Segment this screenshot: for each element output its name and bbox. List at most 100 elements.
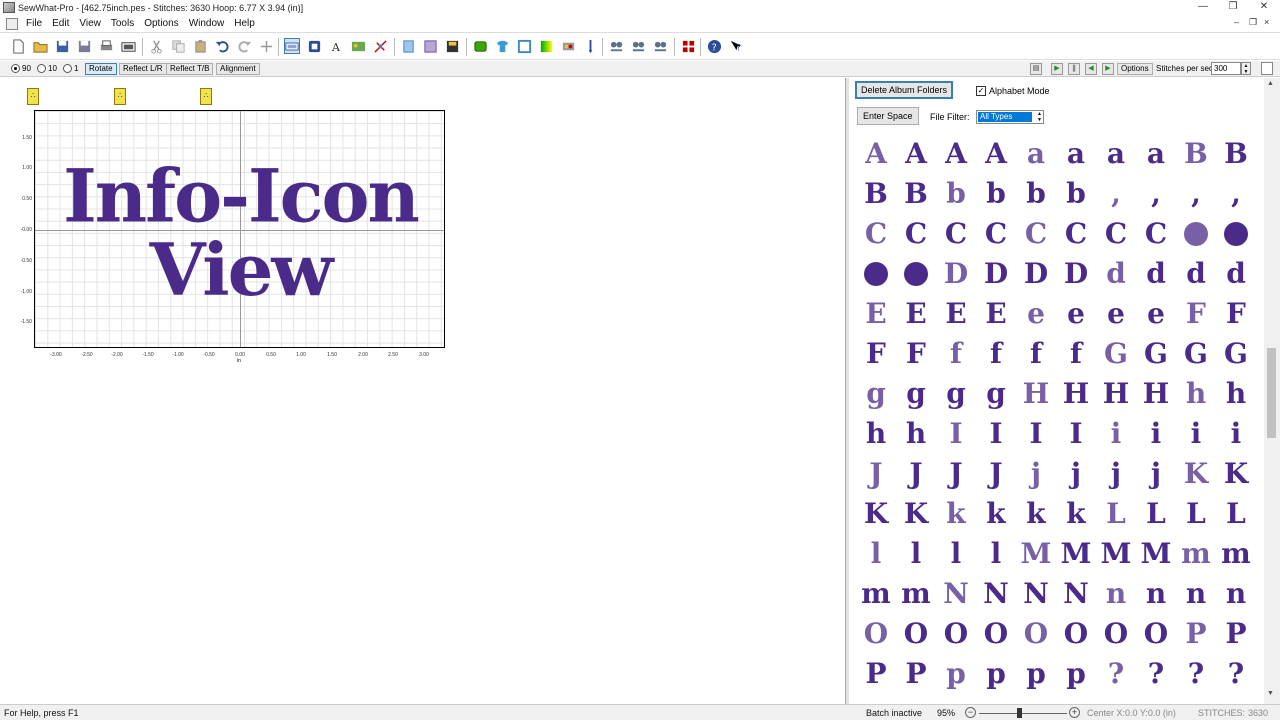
glyph-item[interactable]: b bbox=[936, 174, 976, 214]
close-button[interactable]: ✕ bbox=[1249, 0, 1279, 15]
image-tool-icon[interactable] bbox=[350, 38, 366, 54]
glyph-item[interactable]: m bbox=[856, 574, 896, 614]
pause-icon[interactable]: ❚ bbox=[1068, 63, 1080, 75]
glyph-item[interactable]: M bbox=[1136, 534, 1176, 574]
glyph-item[interactable] bbox=[1176, 214, 1216, 254]
glyph-item[interactable]: i bbox=[1136, 414, 1176, 454]
delete-album-folders-button[interactable]: Delete Album Folders bbox=[855, 81, 954, 99]
color-tool-icon[interactable] bbox=[372, 38, 388, 54]
reflect-tb-button[interactable]: Reflect T/B bbox=[166, 63, 214, 75]
glyph-item[interactable]: O bbox=[1136, 614, 1176, 654]
glyph-item[interactable]: J bbox=[896, 454, 936, 494]
stitches-per-sec-input[interactable]: 300 bbox=[1211, 62, 1241, 75]
glyph-item[interactable]: N bbox=[936, 574, 976, 614]
document-icon[interactable] bbox=[6, 17, 18, 30]
glyph-item[interactable]: E bbox=[856, 294, 896, 334]
glyph-item[interactable]: , bbox=[1176, 174, 1216, 214]
resize-icon[interactable] bbox=[258, 38, 274, 54]
menu-edit[interactable]: Edit bbox=[48, 18, 75, 29]
menu-file[interactable]: File bbox=[22, 18, 48, 29]
glyph-item[interactable]: ? bbox=[1096, 654, 1136, 694]
glyph-item[interactable]: f bbox=[1056, 334, 1096, 374]
glyph-item[interactable]: L bbox=[1216, 494, 1256, 534]
print-icon[interactable] bbox=[98, 38, 114, 54]
stitches-per-sec-spinner[interactable]: ▲ ▼ bbox=[1241, 62, 1251, 75]
alignment-button[interactable]: Alignment bbox=[216, 63, 260, 75]
glyph-item[interactable]: j bbox=[1096, 454, 1136, 494]
menu-tools[interactable]: Tools bbox=[107, 18, 140, 29]
glyph-item[interactable]: C bbox=[1136, 214, 1176, 254]
glyph-item[interactable]: M bbox=[1096, 534, 1136, 574]
save-icon[interactable] bbox=[54, 38, 70, 54]
glyph-item[interactable]: O bbox=[1016, 614, 1056, 654]
glyph-item[interactable]: p bbox=[976, 654, 1016, 694]
glyph-item[interactable]: L bbox=[1136, 494, 1176, 534]
glyph-item[interactable]: J bbox=[936, 454, 976, 494]
glyph-item[interactable]: C bbox=[856, 214, 896, 254]
play-icon[interactable]: ▶ bbox=[1051, 63, 1063, 75]
glyph-item[interactable]: i bbox=[1176, 414, 1216, 454]
glyph-item[interactable]: k bbox=[936, 494, 976, 534]
glyph-item[interactable]: O bbox=[936, 614, 976, 654]
glyph-item[interactable]: l bbox=[856, 534, 896, 574]
glyph-item[interactable] bbox=[1216, 214, 1256, 254]
glyph-item[interactable]: a bbox=[1136, 134, 1176, 174]
design-text-line-2[interactable]: View bbox=[35, 227, 444, 312]
glyph-item[interactable]: M bbox=[1016, 534, 1056, 574]
glyph-item[interactable]: C bbox=[1096, 214, 1136, 254]
glyph-item[interactable]: I bbox=[976, 414, 1016, 454]
zoom-out-icon[interactable]: − bbox=[965, 707, 976, 718]
glyph-item[interactable]: k bbox=[976, 494, 1016, 534]
glyph-item[interactable]: i bbox=[1096, 414, 1136, 454]
context-help-icon[interactable]: ? bbox=[728, 38, 744, 54]
rotate-button[interactable]: Rotate bbox=[85, 63, 117, 75]
scroll-thumb[interactable] bbox=[1267, 348, 1276, 438]
glyph-item[interactable]: G bbox=[1176, 334, 1216, 374]
glyph-item[interactable]: B bbox=[856, 174, 896, 214]
glyph-item[interactable]: P bbox=[1176, 614, 1216, 654]
glyph-item[interactable] bbox=[856, 254, 896, 294]
zoom-slider[interactable] bbox=[979, 713, 1067, 714]
hoop-view-icon[interactable] bbox=[284, 38, 300, 54]
glyph-item[interactable]: n bbox=[1176, 574, 1216, 614]
glyph-item[interactable]: G bbox=[1096, 334, 1136, 374]
thread-list-icon-2[interactable] bbox=[630, 38, 646, 54]
glyph-item[interactable]: K bbox=[1216, 454, 1256, 494]
glyph-item[interactable]: j bbox=[1056, 454, 1096, 494]
glyph-item[interactable]: I bbox=[936, 414, 976, 454]
glyph-item[interactable]: d bbox=[1176, 254, 1216, 294]
glyph-item[interactable]: N bbox=[1056, 574, 1096, 614]
zoom-in-icon[interactable]: + bbox=[1069, 707, 1080, 718]
glyph-item[interactable]: g bbox=[936, 374, 976, 414]
mdi-restore-button[interactable]: ❐ bbox=[1249, 17, 1257, 28]
glyph-item[interactable]: I bbox=[1016, 414, 1056, 454]
floppy-icon[interactable] bbox=[444, 38, 460, 54]
glyph-item[interactable]: A bbox=[896, 134, 936, 174]
glyph-item[interactable]: ? bbox=[1176, 654, 1216, 694]
glyph-item[interactable]: l bbox=[976, 534, 1016, 574]
glyph-item[interactable]: H bbox=[1056, 374, 1096, 414]
enter-space-button[interactable]: Enter Space bbox=[857, 107, 919, 125]
zoom-slider-knob[interactable] bbox=[1017, 708, 1022, 718]
glyph-item[interactable]: m bbox=[1216, 534, 1256, 574]
glyph-item[interactable]: k bbox=[1016, 494, 1056, 534]
alphabet-mode-checkbox[interactable]: ✓ Alphabet Mode bbox=[976, 86, 1050, 96]
glyph-item[interactable]: G bbox=[1136, 334, 1176, 374]
glyph-item[interactable]: n bbox=[1216, 574, 1256, 614]
glyph-item[interactable]: F bbox=[856, 334, 896, 374]
glyph-item[interactable]: A bbox=[976, 134, 1016, 174]
glyph-item[interactable]: i bbox=[1216, 414, 1256, 454]
scroll-up-icon[interactable]: ▲ bbox=[1267, 80, 1274, 87]
glyph-item[interactable]: , bbox=[1096, 174, 1136, 214]
step-back-icon[interactable]: ◀ bbox=[1085, 63, 1097, 75]
glyph-item[interactable] bbox=[896, 254, 936, 294]
thread-list-icon-3[interactable] bbox=[652, 38, 668, 54]
options-button[interactable]: Options bbox=[1117, 63, 1153, 75]
hoop-grid[interactable]: Info-Icon View bbox=[34, 110, 445, 348]
glyph-item[interactable]: b bbox=[976, 174, 1016, 214]
panel-toggle-button[interactable] bbox=[1261, 62, 1273, 75]
glyph-item[interactable]: f bbox=[936, 334, 976, 374]
glyph-item[interactable]: b bbox=[1016, 174, 1056, 214]
glyph-item[interactable]: d bbox=[1136, 254, 1176, 294]
glyph-item[interactable]: ? bbox=[1216, 654, 1256, 694]
